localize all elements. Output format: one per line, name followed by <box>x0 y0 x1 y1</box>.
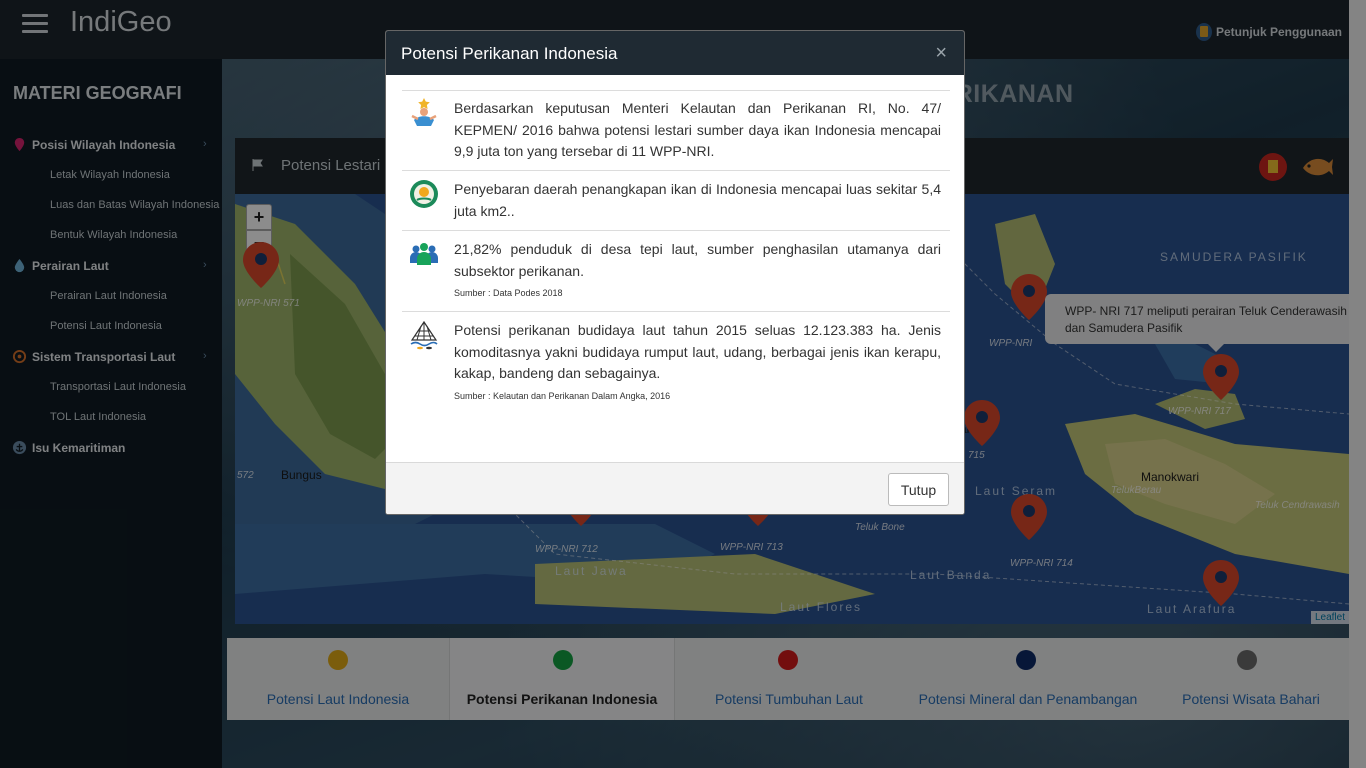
info-text: Potensi perikanan budidaya laut tahun 20… <box>454 322 941 381</box>
modal-header: Potensi Perikanan Indonesia × <box>386 31 964 75</box>
award-person-icon <box>411 98 437 126</box>
info-text: 21,82% penduduk di desa tepi laut, sumbe… <box>454 241 941 279</box>
source-note: Sumber : Data Podes 2018 <box>454 288 563 298</box>
fishing-area-icon <box>410 180 438 208</box>
aquaculture-net-icon <box>410 320 438 350</box>
modal-dialog: Potensi Perikanan Indonesia × Berdasarka… <box>385 30 965 515</box>
close-button[interactable]: Tutup <box>888 473 949 506</box>
info-row: Berdasarkan keputusan Menteri Kelautan d… <box>402 90 950 170</box>
info-text: Berdasarkan keputusan Menteri Kelautan d… <box>454 100 941 159</box>
info-text: Penyebaran daerah penangkapan ikan di In… <box>454 181 941 219</box>
modal-title: Potensi Perikanan Indonesia <box>401 44 618 63</box>
info-row: 21,82% penduduk di desa tepi laut, sumbe… <box>402 230 950 311</box>
close-icon[interactable]: × <box>935 43 947 63</box>
info-row: Penyebaran daerah penangkapan ikan di In… <box>402 170 950 230</box>
info-row: Potensi perikanan budidaya laut tahun 20… <box>402 311 950 411</box>
modal-footer: Tutup <box>386 462 964 514</box>
people-group-icon <box>410 243 438 265</box>
source-note: Sumber : Kelautan dan Perikanan Dalam An… <box>454 391 671 401</box>
